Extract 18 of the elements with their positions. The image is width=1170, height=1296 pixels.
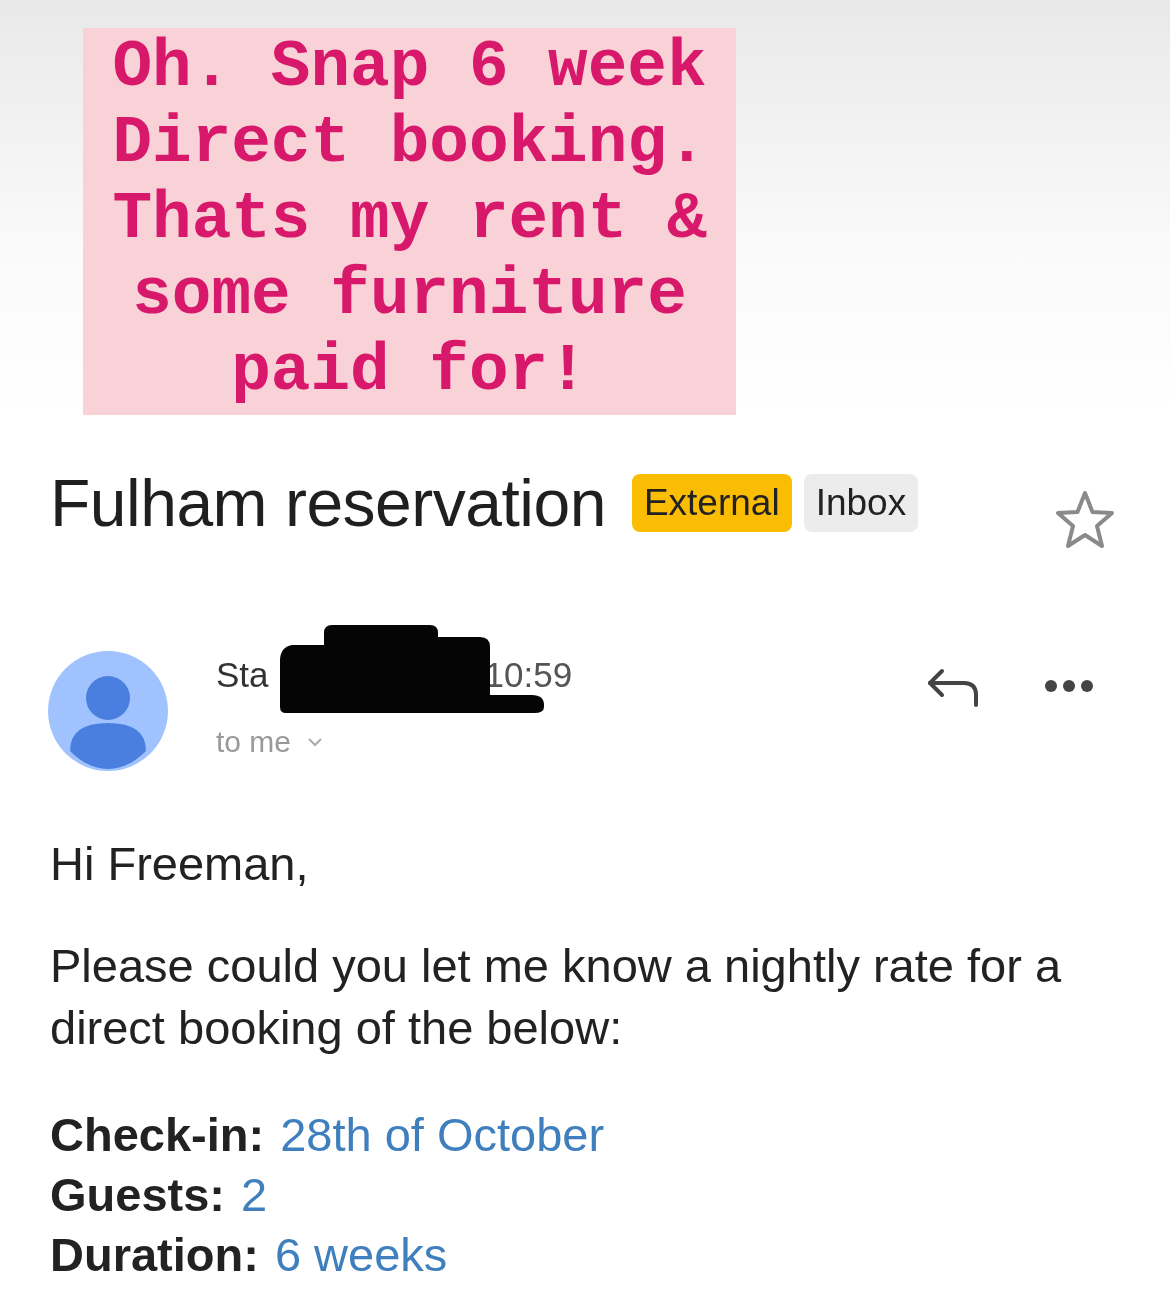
recipient-text[interactable]: to me (216, 725, 292, 759)
email-subject: Fulham reservation (50, 465, 606, 541)
more-icon[interactable] (1044, 679, 1094, 693)
detail-label: Guests: (50, 1168, 225, 1221)
detail-label: Duration: (50, 1228, 259, 1281)
sent-time: 10:59 (484, 655, 573, 695)
sender-name: Sta (216, 655, 269, 695)
avatar-icon (48, 651, 168, 771)
greeting-text: Hi Freeman, (50, 836, 310, 892)
label-tag[interactable]: Inbox (803, 474, 919, 532)
detail-label: Check-in: (50, 1108, 265, 1161)
label-tag[interactable]: External (631, 474, 792, 532)
detail-value[interactable]: 28th of October (280, 1108, 605, 1161)
detail-value[interactable]: 6 weeks (274, 1228, 448, 1281)
detail-value[interactable]: 2 (241, 1168, 268, 1221)
star-icon[interactable] (1054, 489, 1116, 551)
body-paragraph: Please could you let me know a nightly rate for a direct booking of the below: (50, 938, 1063, 1056)
caption-text: Oh. Snap 6 week Direct booking. Thats my rent & some furniture paid for! (83, 28, 736, 415)
